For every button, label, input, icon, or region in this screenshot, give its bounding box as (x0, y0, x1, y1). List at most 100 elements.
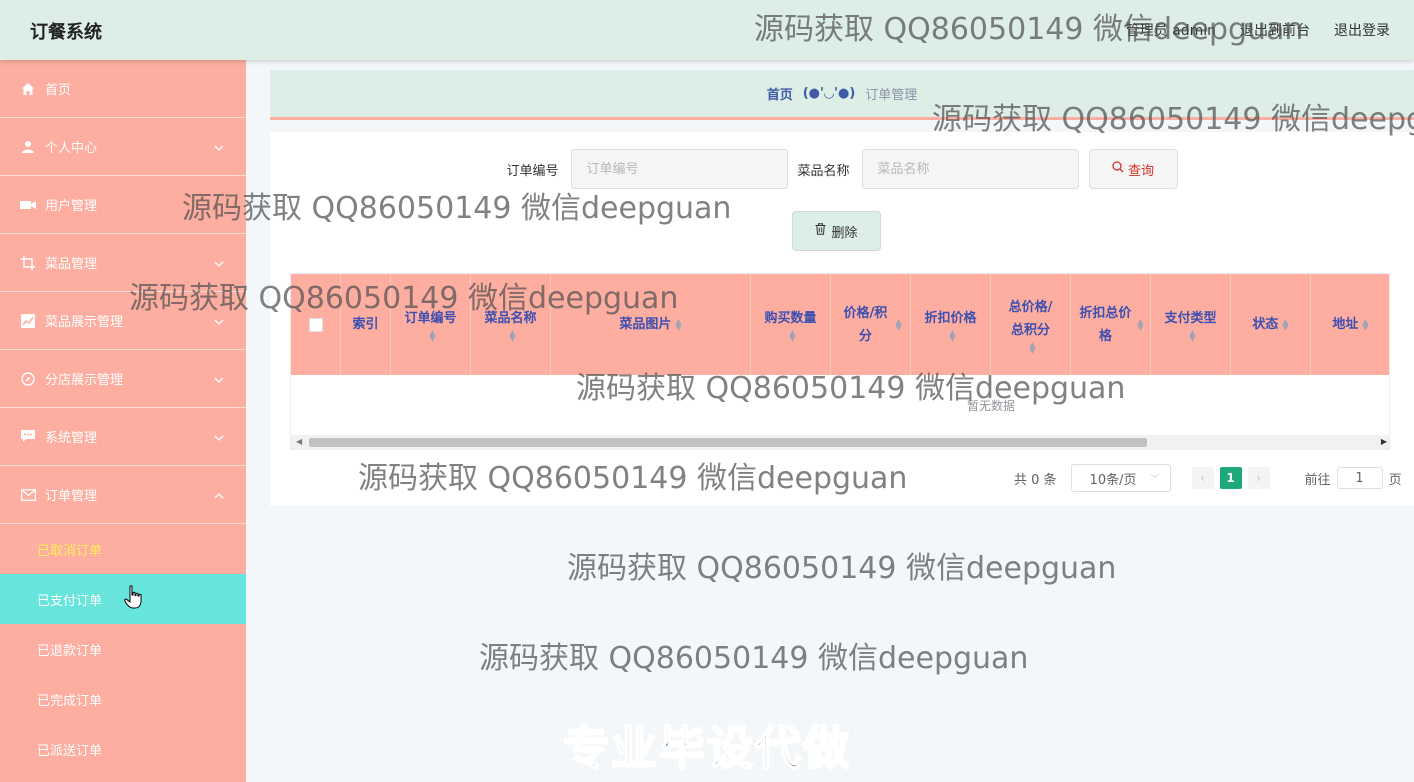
select-all-checkbox[interactable] (308, 317, 323, 332)
watermark-text: 源码获取 QQ86050149 微信deepguan (567, 551, 1117, 586)
dish-name-label: 菜品名称 (797, 163, 850, 179)
chevron-down-icon (214, 140, 224, 155)
sort-icon[interactable]: ▲ ▼ (675, 317, 681, 331)
sort-icon[interactable]: ▲ ▼ (509, 329, 515, 343)
select-all-cell (291, 274, 341, 375)
sidebar-item-label: 分店展示管理 (45, 373, 124, 388)
order-table: 索引 订单编号 ▲ ▼ 菜品名称 ▲ ▼ 菜品图片 ▲ ▼ 购买数量 ▲ ▼ 价格/积分… (290, 273, 1390, 450)
hand-cursor-icon (124, 585, 142, 613)
sort-icon[interactable]: ▲ ▼ (1282, 317, 1288, 331)
column-header-quantity[interactable]: 购买数量 ▲ ▼ (751, 274, 831, 375)
column-header-index: 索引 (341, 274, 391, 375)
sidebar-item-label: 用户管理 (45, 199, 98, 214)
logout-link[interactable]: 退出登录 (1334, 20, 1390, 40)
dish-name-input[interactable] (861, 149, 1079, 189)
trash-icon (815, 223, 826, 239)
sidebar-item-branch-display[interactable]: 分店展示管理 (0, 350, 246, 408)
sort-icon[interactable]: ▲ ▼ (429, 329, 435, 343)
user-icon (20, 139, 36, 155)
sidebar-item-label: 菜品展示管理 (45, 315, 124, 330)
sort-icon[interactable]: ▲ ▼ (895, 317, 901, 331)
column-header-payment-type[interactable]: 支付类型 ▲ ▼ (1151, 274, 1231, 375)
search-icon (1112, 161, 1124, 177)
delete-button-label: 删除 (831, 225, 858, 241)
table-header: 索引 订单编号 ▲ ▼ 菜品名称 ▲ ▼ 菜品图片 ▲ ▼ 购买数量 ▲ ▼ 价格/积分… (291, 274, 1389, 375)
app-title: 订餐系统 (30, 22, 102, 43)
sidebar-item-dish-management[interactable]: 菜品管理 (0, 234, 246, 292)
compass-icon (20, 371, 36, 387)
sidebar-sub-refunded-orders[interactable]: 已退款订单 (0, 624, 246, 674)
query-button[interactable]: 查询 (1088, 149, 1178, 189)
sidebar-sub-completed-orders[interactable]: 已完成订单 (0, 674, 246, 724)
column-header-order-no[interactable]: 订单编号 ▲ ▼ (391, 274, 471, 375)
header-actions: 管理员 admin 退出到前台 退出登录 (1126, 20, 1390, 40)
prev-page-button[interactable]: ‹ (1191, 467, 1214, 489)
promo-watermark: 专业毕设代做 (562, 720, 851, 776)
sidebar-item-order-management[interactable]: 订单管理 (0, 466, 246, 524)
column-header-discount-total[interactable]: 折扣总价格 ▲ ▼ (1071, 274, 1151, 375)
sidebar-item-label: 菜品管理 (45, 257, 98, 272)
order-list-panel: 订单编号 菜品名称 查询 删除 索引 订单编号 ▲▼ 菜品名称 (270, 132, 1414, 506)
sort-icon[interactable]: ▲ ▼ (1029, 340, 1035, 354)
next-page-button[interactable]: › (1247, 467, 1270, 489)
goto-page-input[interactable] (1336, 467, 1383, 489)
table-horizontal-scrollbar[interactable]: ◀ ▶ (291, 435, 1389, 449)
pagination-total: 共 0 条 (1014, 472, 1057, 488)
sidebar-item-system-management[interactable]: 系统管理 (0, 408, 246, 466)
chevron-down-icon (214, 430, 224, 445)
sidebar-item-label: 个人中心 (45, 141, 98, 156)
video-icon (20, 197, 36, 213)
delete-button[interactable]: 删除 (792, 211, 881, 251)
scroll-left-icon[interactable]: ◀ (296, 437, 302, 446)
breadcrumb-separator: (●'◡'●) (802, 86, 856, 101)
sort-icon[interactable]: ▲ ▼ (949, 329, 955, 343)
search-form: 订单编号 菜品名称 查询 (270, 149, 1414, 189)
mail-icon (20, 487, 36, 503)
goto-page: 前往 页 (1305, 467, 1402, 489)
watermark-text: 源码获取 QQ86050149 微信deepguan (479, 641, 1029, 676)
sidebar-item-label: 系统管理 (45, 431, 98, 446)
sidebar-item-dish-display[interactable]: 菜品展示管理 (0, 292, 246, 350)
exit-to-frontend-link[interactable]: 退出到前台 (1240, 20, 1310, 40)
empty-table-message: 暂无数据 (966, 398, 1015, 413)
sidebar: 首页 个人中心 用户管理 菜品管理 菜品展示管理 分店展示管理 系统管理 订单管… (0, 60, 246, 782)
column-header-dish-name[interactable]: 菜品名称 ▲ ▼ (471, 274, 551, 375)
scroll-right-icon[interactable]: ▶ (1381, 437, 1387, 446)
pagination: 共 0 条 10条/页 ﹀ ‹ 1 › 前往 页 (1014, 464, 1402, 492)
sidebar-item-personal-center[interactable]: 个人中心 (0, 118, 246, 176)
crop-icon (20, 255, 36, 271)
sort-icon[interactable]: ▲ ▼ (1189, 329, 1195, 343)
sidebar-sub-delivered-orders[interactable]: 已派送订单 (0, 724, 246, 774)
chevron-down-icon: ﹀ (1150, 475, 1160, 485)
sidebar-item-home[interactable]: 首页 (0, 60, 246, 118)
column-header-address[interactable]: 地址 ▲ ▼ (1311, 274, 1389, 375)
chevron-down-icon (214, 256, 224, 271)
breadcrumb-current: 订单管理 (865, 88, 918, 103)
order-no-input[interactable] (570, 149, 788, 189)
sidebar-item-label: 首页 (45, 83, 72, 98)
chat-icon (20, 429, 36, 445)
sort-icon[interactable]: ▲ ▼ (1362, 317, 1368, 331)
column-header-status[interactable]: 状态 ▲ ▼ (1231, 274, 1311, 375)
sort-icon[interactable]: ▲ ▼ (789, 329, 795, 343)
sidebar-sub-cancelled-orders[interactable]: 已取消订单 (0, 524, 246, 574)
sidebar-item-label: 订单管理 (45, 489, 98, 504)
sort-icon[interactable]: ▲ ▼ (1137, 317, 1143, 331)
query-button-label: 查询 (1128, 163, 1155, 179)
sidebar-sub-paid-orders[interactable]: 已支付订单 (0, 574, 246, 624)
chevron-down-icon (214, 372, 224, 387)
order-no-label: 订单编号 (506, 163, 559, 179)
column-header-discount-price[interactable]: 折扣价格 ▲ ▼ (911, 274, 991, 375)
breadcrumb-home-link[interactable]: 首页 (767, 84, 793, 103)
scrollbar-thumb[interactable] (309, 438, 1147, 447)
page-size-value: 10条/页 (1089, 472, 1137, 488)
page-size-select[interactable]: 10条/页 ﹀ (1070, 464, 1171, 492)
column-header-price[interactable]: 价格/积分 ▲ ▼ (831, 274, 911, 375)
home-icon (20, 81, 36, 97)
column-header-total-price[interactable]: 总价格/总积分 ▲ ▼ (991, 274, 1071, 375)
column-header-dish-image[interactable]: 菜品图片 ▲ ▼ (551, 274, 751, 375)
chart-icon (20, 313, 36, 329)
sidebar-item-user-management[interactable]: 用户管理 (0, 176, 246, 234)
page-number-current[interactable]: 1 (1219, 467, 1242, 489)
admin-user-label: 管理员 admin (1125, 23, 1216, 39)
